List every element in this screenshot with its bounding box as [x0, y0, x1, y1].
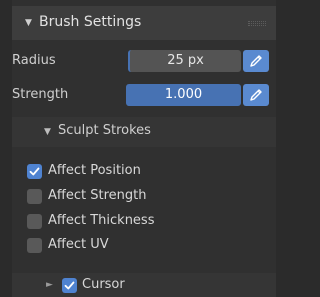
affect-position-label: Affect Position	[48, 163, 141, 178]
radius-field[interactable]: 25 px	[128, 50, 241, 72]
cursor-label: Cursor	[82, 277, 125, 292]
brush-settings-panel: ▼ Brush Settings Radius 25 px Strength 1…	[12, 0, 276, 297]
grip-dots-icon[interactable]	[248, 21, 266, 26]
cursor-subpanel-header[interactable]: ► Cursor	[12, 273, 276, 297]
affect-uv-label: Affect UV	[48, 237, 109, 252]
brush-settings-header[interactable]: ▼ Brush Settings	[12, 6, 276, 40]
pen-pressure-icon	[250, 55, 262, 67]
strength-label: Strength	[12, 87, 69, 102]
strength-pressure-button[interactable]	[243, 84, 269, 106]
collapse-triangle-icon[interactable]: ▼	[44, 127, 51, 137]
strength-field[interactable]: 1.000	[126, 84, 241, 106]
radius-pressure-button[interactable]	[243, 50, 269, 72]
radius-label: Radius	[12, 53, 56, 68]
collapse-triangle-icon[interactable]: ▼	[25, 18, 32, 28]
expand-triangle-icon[interactable]: ►	[46, 280, 53, 290]
checkbox-unchecked-icon[interactable]	[27, 214, 42, 229]
checkbox-unchecked-icon[interactable]	[27, 238, 42, 253]
affect-thickness-label: Affect Thickness	[48, 213, 155, 228]
checkbox-checked-icon[interactable]	[27, 164, 42, 179]
cursor-checkbox[interactable]	[62, 278, 77, 293]
sculpt-strokes-header[interactable]: ▼ Sculpt Strokes	[12, 117, 276, 147]
checkbox-unchecked-icon[interactable]	[27, 189, 42, 204]
affect-strength-label: Affect Strength	[48, 188, 147, 203]
pen-pressure-icon	[250, 89, 262, 101]
sculpt-strokes-title: Sculpt Strokes	[58, 123, 151, 138]
panel-title: Brush Settings	[39, 14, 142, 30]
